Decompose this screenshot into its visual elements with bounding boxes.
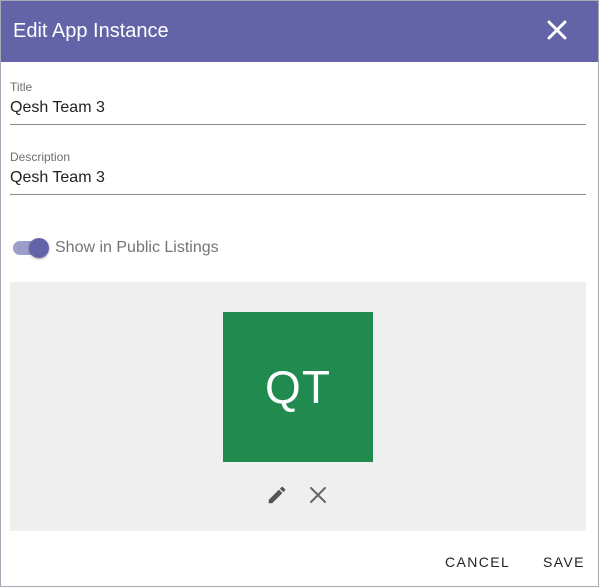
- description-input[interactable]: [10, 168, 586, 188]
- app-image-tile: QT: [223, 312, 373, 462]
- cancel-button[interactable]: CANCEL: [445, 553, 510, 571]
- remove-image-button[interactable]: [307, 484, 329, 506]
- app-initials: QT: [265, 361, 331, 413]
- title-label: Title: [10, 80, 33, 94]
- close-icon: [547, 20, 567, 40]
- title-field: Title: [10, 80, 586, 125]
- switch-thumb: [29, 238, 49, 258]
- close-button[interactable]: [546, 19, 568, 41]
- app-image-panel: QT: [10, 282, 586, 531]
- title-input[interactable]: [10, 98, 586, 118]
- public-listing-toggle-row: Show in Public Listings: [11, 237, 219, 259]
- edit-image-button[interactable]: [266, 484, 288, 506]
- dialog-header: Edit App Instance: [1, 1, 598, 62]
- edit-app-instance-dialog: Edit App Instance Title Description Show…: [0, 0, 599, 587]
- close-icon: [310, 487, 326, 503]
- public-listing-switch[interactable]: [11, 237, 51, 259]
- save-button[interactable]: SAVE: [543, 553, 585, 571]
- dialog-title: Edit App Instance: [13, 20, 169, 42]
- description-label: Description: [10, 150, 71, 164]
- public-listing-label: Show in Public Listings: [55, 239, 219, 256]
- pencil-icon: [268, 486, 286, 504]
- description-field: Description: [10, 150, 586, 195]
